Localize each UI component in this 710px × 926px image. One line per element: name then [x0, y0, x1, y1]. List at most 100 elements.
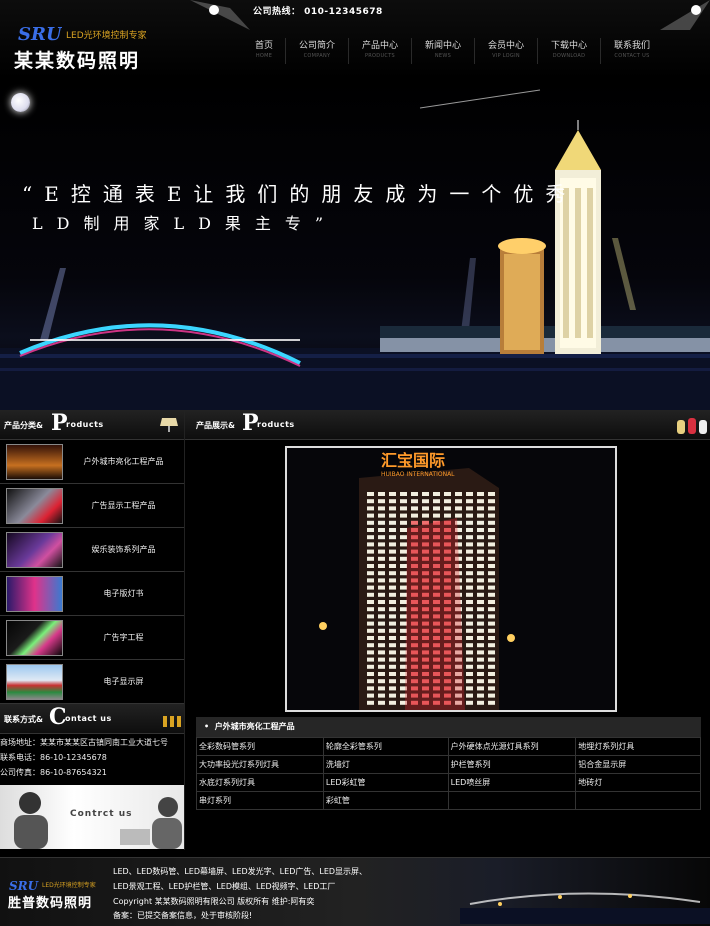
building-window [389, 542, 396, 547]
building-window [389, 528, 396, 532]
product-link[interactable]: 水底灯系列灯具 [196, 773, 324, 792]
category-thumbnail [6, 531, 63, 568]
category-item[interactable]: 电子版灯书 [0, 572, 184, 616]
building-window [378, 636, 385, 640]
building-window [378, 621, 385, 626]
section-title-en: roducts [66, 420, 104, 429]
category-item[interactable]: 娱乐装饰系列产品 [0, 528, 184, 572]
building-window [389, 535, 396, 540]
building-window [466, 499, 473, 504]
building-window [477, 686, 484, 691]
building-window [389, 571, 396, 576]
building-window [466, 578, 473, 583]
category-item[interactable]: 户外城市亮化工程产品 [0, 440, 184, 484]
nav-products[interactable]: 产品中心 PRODUCTS [348, 38, 411, 64]
building-window [488, 564, 495, 568]
contact-us-banner[interactable]: Contrct us [0, 785, 184, 849]
product-link[interactable]: 轮廓全彩管系列 [322, 737, 449, 756]
building-window [389, 585, 396, 590]
building-window [488, 614, 495, 619]
nav-label: 会员中心 [487, 41, 524, 51]
nav-company[interactable]: 公司简介 COMPANY [285, 38, 348, 64]
product-link[interactable]: 彩虹管 [322, 791, 449, 810]
product-link[interactable]: LED喷丝屏 [447, 773, 577, 792]
building-window [444, 492, 451, 496]
logo-sru-icon[interactable]: SRU [16, 22, 62, 44]
product-link[interactable]: 洗墙灯 [322, 755, 449, 774]
building-window [389, 614, 396, 619]
building-window [488, 672, 495, 676]
svg-text:汇宝国际: 汇宝国际 [381, 451, 445, 470]
building-window [367, 607, 374, 612]
nav-download[interactable]: 下载中心 DOWNLOAD [537, 38, 600, 64]
empty-cell [575, 791, 701, 810]
building-window [400, 492, 407, 496]
building-window [389, 549, 396, 554]
nav-home[interactable]: 首页 HOME [243, 38, 285, 64]
building-window [488, 506, 495, 511]
nav-contact[interactable]: 联系我们 CONTACT US [600, 38, 663, 64]
building-window [488, 679, 495, 684]
table-row: 大功率投光灯系列灯具 洗墙灯 护栏管系列 铝合金显示屏 [196, 755, 701, 774]
product-link[interactable]: 铝合金显示屏 [575, 755, 701, 774]
building-window [389, 643, 396, 648]
spotlight-left-icon [190, 0, 250, 30]
building-window [488, 621, 495, 626]
logo-company-name[interactable]: 某某数码照明 [14, 46, 140, 73]
building-window [367, 564, 374, 568]
building-window [488, 657, 495, 662]
building-window [367, 499, 374, 504]
category-item[interactable]: 广告字工程 [0, 616, 184, 660]
product-link[interactable]: 地砖灯 [575, 773, 701, 792]
building-window [477, 628, 484, 633]
building-window [488, 607, 495, 612]
product-list-title: • 户外城市亮化工程产品 [204, 722, 295, 731]
building-window [466, 549, 473, 554]
table-row: 全彩数码管系列 轮廓全彩管系列 户外硬体点光源灯具系列 地埋灯系列灯具 [196, 737, 701, 756]
building-window [466, 636, 473, 640]
building-window [389, 664, 396, 669]
nav-news[interactable]: 新闻中心 NEWS [411, 38, 474, 64]
building-window [378, 650, 385, 655]
product-link[interactable]: LED彩虹管 [322, 773, 449, 792]
category-item[interactable]: 广告显示工程产品 [0, 484, 184, 528]
building-window [488, 499, 495, 504]
product-link[interactable]: 串灯系列 [196, 791, 324, 810]
empty-cell [447, 791, 577, 810]
building-window [488, 686, 495, 691]
building-window [411, 492, 418, 496]
building-window [389, 636, 396, 640]
category-thumbnail [6, 487, 63, 524]
product-link[interactable]: 护栏管系列 [447, 755, 577, 774]
building-photo-illustration: 汇宝国际 HUIBAO INTERNATIONAL [319, 451, 515, 710]
product-link[interactable]: 户外硬体点光源灯具系列 [447, 737, 577, 756]
building-window [466, 650, 473, 655]
product-link[interactable]: 全彩数码管系列 [196, 737, 324, 756]
building-window [477, 578, 484, 583]
building-window [400, 614, 407, 619]
building-window [367, 614, 374, 619]
building-window [400, 564, 407, 568]
product-link[interactable]: 大功率投光灯系列灯具 [196, 755, 324, 774]
building-window [378, 571, 385, 576]
building-window [488, 628, 495, 633]
product-photo[interactable]: 汇宝国际 HUIBAO INTERNATIONAL [285, 446, 617, 712]
building-window [477, 506, 484, 511]
nav-vip-login[interactable]: 会员中心 VIP LOGIN [474, 38, 537, 64]
svg-text:SRU: SRU [9, 879, 40, 892]
building-window [477, 528, 484, 532]
building-window [477, 679, 484, 684]
building-window [378, 628, 385, 633]
product-link[interactable]: 地埋灯系列灯具 [575, 737, 701, 756]
nav-label: 联系我们 [613, 41, 650, 51]
building-window [433, 499, 440, 504]
building-window [400, 549, 407, 554]
building-window [378, 700, 385, 705]
category-item[interactable]: 电子显示屏 [0, 660, 184, 704]
building-window [389, 686, 396, 691]
building-window [433, 492, 440, 496]
building-window [477, 520, 484, 525]
building-window [389, 600, 396, 604]
building-window [378, 643, 385, 648]
building-window [477, 513, 484, 518]
